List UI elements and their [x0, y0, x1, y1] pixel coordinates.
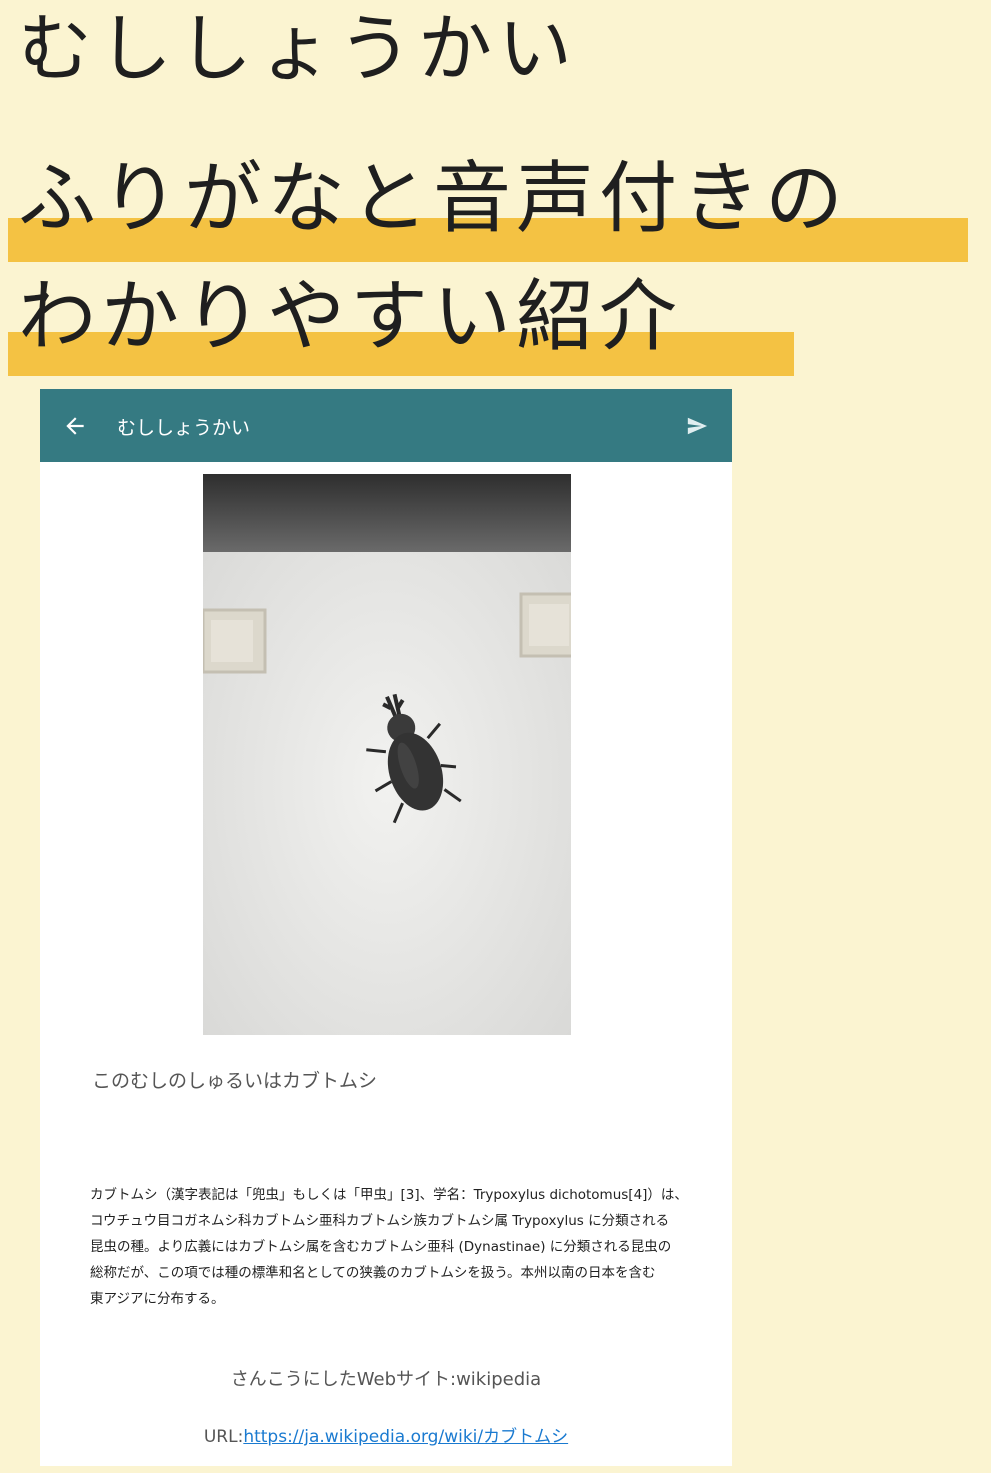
wikipedia-link[interactable]: https://ja.wikipedia.org/wiki/カブトムシ	[243, 1427, 568, 1447]
description-line: 東アジアに分布する。	[90, 1291, 225, 1307]
species-text: このむしのしゅるいはカブトムシ	[92, 1070, 378, 1092]
description-line: コウチュウ目コガネムシ科カブトムシ亜科カブトムシ族カブトムシ属 Trypoxyl…	[90, 1213, 670, 1229]
url-label: URL:	[203, 1427, 244, 1447]
subtitle-line-2: わかりやすい紹介	[0, 278, 682, 356]
subtitle-line-2-text: わかりやすい紹介	[18, 272, 683, 362]
beetle-photo	[203, 474, 571, 1035]
arrow-left-icon[interactable]	[62, 413, 88, 439]
reference-url: URL:https://ja.wikipedia.org/wiki/カブトムシ	[40, 1422, 732, 1447]
subtitle-line-1-text: ふりがなと音声付きの	[18, 154, 849, 244]
description-line: カブトムシ（漢字表記は「兜虫」もしくは「甲虫」[3]、学名：Trypoxylus…	[90, 1187, 688, 1203]
subtitle-line-1: ふりがなと音声付きの	[0, 160, 848, 238]
send-icon[interactable]	[686, 415, 708, 437]
reference-site: さんこうにしたWebサイト:wikipedia	[230, 1369, 542, 1390]
app-bar-title: むししょうかい	[117, 417, 251, 439]
description-line: 昆虫の種。より広義にはカブトムシ属を含むカブトムシ亜科 (Dynastinae)…	[90, 1239, 672, 1255]
description: カブトムシ（漢字表記は「兜虫」もしくは「甲虫」[3]、学名：Trypoxylus…	[90, 1182, 688, 1312]
page-title: むししょうかい	[18, 6, 578, 92]
description-line: 総称だが、この項では種の標準和名としての狭義のカブトムシを扱う。本州以南の日本を…	[90, 1265, 656, 1281]
beetle-photo-image	[203, 474, 571, 1035]
app-screenshot: むししょうかい このむしのしゅるいはカブトムシ カブトムシ（漢字表記は「兜虫」も…	[40, 389, 732, 1466]
app-bar: むししょうかい	[40, 389, 732, 462]
